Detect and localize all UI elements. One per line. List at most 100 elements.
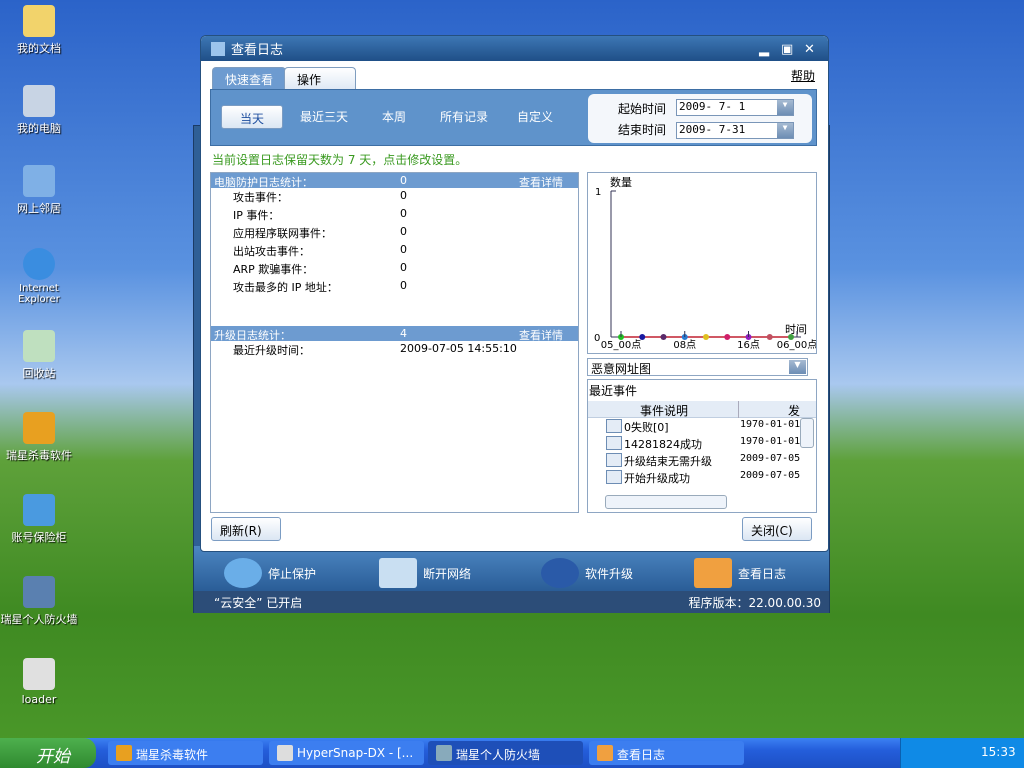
stat-row: IP 事件： 0 bbox=[211, 206, 578, 224]
x-tick-label: 16点 bbox=[737, 339, 760, 351]
lion-icon bbox=[116, 745, 132, 761]
system-tray: 15:33 bbox=[900, 738, 1024, 768]
recent-events-title: 最近事件 bbox=[589, 384, 638, 398]
taskbar: 开始 瑞星杀毒软件 HyperSnap-DX - [... 瑞星个人防火墙 查看… bbox=[0, 738, 1024, 768]
start-button[interactable]: 开始 bbox=[0, 738, 96, 768]
event-desc: 升级结束无需升级 bbox=[624, 455, 712, 468]
shield-icon bbox=[224, 558, 262, 588]
col-time[interactable]: 发 bbox=[788, 402, 800, 419]
all-records-button[interactable]: 所有记录 bbox=[440, 108, 488, 125]
globe-icon bbox=[541, 558, 579, 588]
event-row[interactable]: 0失败[0] 1970-01-01 bbox=[588, 418, 816, 435]
data-point bbox=[660, 334, 667, 340]
col-description[interactable]: 事件说明 bbox=[640, 402, 688, 419]
malicious-url-chart: 数量时间 1 005_00点 08点 16点 06_00点 bbox=[594, 176, 817, 351]
stat-value: 0 bbox=[400, 189, 407, 202]
desktop-icon-rising-av[interactable]: 瑞星杀毒软件 bbox=[0, 412, 78, 463]
close-button[interactable]: ✕ bbox=[804, 42, 815, 57]
stat-row: ARP 欺骗事件： 0 bbox=[211, 260, 578, 278]
quick-filter-panel: 当天 最近三天 本周 所有记录 自定义 起始时间 2009- 7- 1 ▼ 结束时… bbox=[210, 89, 817, 146]
desktop-icon-loader[interactable]: loader bbox=[0, 658, 78, 706]
tab-operations[interactable]: 操作 bbox=[284, 67, 356, 89]
taskbar-item-firewall[interactable]: 瑞星个人防火墙 bbox=[428, 741, 583, 765]
stat-row: 应用程序联网事件： 0 bbox=[211, 224, 578, 242]
retention-notice-link[interactable]: 当前设置日志保留天数为 7 天，点击修改设置。 bbox=[212, 151, 467, 168]
desktop-icon-vault[interactable]: 账号保险柜 bbox=[0, 494, 78, 545]
firewall-icon bbox=[211, 41, 225, 56]
recent-events-panel: 最近事件 事件说明 发 0失败[0] 1970-01-01 14281824成功 19… bbox=[587, 379, 817, 513]
desktop-icon-recycle-bin[interactable]: 回收站 bbox=[0, 330, 78, 381]
stat-label: 攻击最多的 IP 地址： bbox=[233, 281, 338, 294]
chart-type-select[interactable]: 恶意网址图 ▼ bbox=[587, 358, 808, 376]
software-upgrade-button[interactable]: 软件升级 bbox=[541, 558, 633, 588]
y-axis-label: 数量 bbox=[610, 176, 632, 189]
view-log-dialog: 查看日志 ▂ ▣ ✕ 快速查看 操作 帮助 当天 最近三天 本周 所有记录 自定… bbox=[200, 35, 829, 552]
lion-icon bbox=[23, 412, 55, 444]
event-time: 1970-01-01 bbox=[740, 436, 801, 447]
this-week-button[interactable]: 本周 bbox=[382, 108, 406, 125]
stat-row: 出站攻击事件： 0 bbox=[211, 242, 578, 260]
stop-protection-button[interactable]: 停止保护 bbox=[224, 558, 316, 588]
x-tick-label: 08点 bbox=[673, 339, 696, 351]
vertical-scrollbar[interactable] bbox=[800, 418, 814, 448]
start-date-select[interactable]: 2009- 7- 1 ▼ bbox=[676, 99, 794, 116]
event-row[interactable]: 14281824成功 1970-01-01 bbox=[588, 435, 816, 452]
monitor-x-icon bbox=[379, 558, 417, 588]
stat-row: 攻击事件： 0 bbox=[211, 188, 578, 206]
title-bar: 查看日志 ▂ ▣ ✕ bbox=[201, 36, 828, 61]
start-time-label: 起始时间 bbox=[618, 102, 667, 116]
close-dialog-button[interactable]: 关闭(C) bbox=[742, 517, 812, 541]
taskbar-item-av[interactable]: 瑞星杀毒软件 bbox=[108, 741, 263, 765]
end-date-value: 2009- 7-31 bbox=[679, 123, 746, 136]
tab-quick-view[interactable]: 快速查看 bbox=[212, 67, 287, 89]
y-tick-label: 0 bbox=[594, 333, 600, 344]
stat-row: 最近升级时间： 2009-07-05 14:55:10 bbox=[211, 341, 578, 359]
log-icon bbox=[606, 419, 622, 433]
app-action-bar: 停止保护 断开网络 软件升级 查看日志 bbox=[194, 546, 829, 591]
desktop-icon-ie[interactable]: Internet Explorer bbox=[0, 248, 78, 305]
horizontal-scrollbar[interactable] bbox=[605, 495, 727, 509]
stat-value: 2009-07-05 14:55:10 bbox=[400, 342, 517, 355]
dialog-title: 查看日志 bbox=[231, 43, 284, 58]
event-time: 2009-07-05 bbox=[740, 453, 801, 464]
event-row[interactable]: 开始升级成功 2009-07-05 bbox=[588, 469, 816, 486]
taskbar-item-hypersnap[interactable]: HyperSnap-DX - [... bbox=[269, 741, 424, 765]
firewall-icon bbox=[23, 576, 55, 608]
view-log-button[interactable]: 查看日志 bbox=[694, 558, 786, 588]
start-date-value: 2009- 7- 1 bbox=[679, 100, 746, 113]
disconnect-network-button[interactable]: 断开网络 bbox=[379, 558, 471, 588]
taskbar-item-view-log[interactable]: 查看日志 bbox=[589, 741, 744, 765]
help-link[interactable]: 帮助 bbox=[791, 67, 815, 84]
end-time-label: 结束时间 bbox=[618, 123, 667, 137]
stat-value: 0 bbox=[400, 261, 407, 274]
desktop-icon-my-computer[interactable]: 我的电脑 bbox=[0, 85, 78, 136]
event-row[interactable]: 升级结束无需升级 2009-07-05 bbox=[588, 452, 816, 469]
start-label: 开始 bbox=[36, 747, 70, 767]
status-bar: “云安全” 已开启 程序版本：22.00.00.30 bbox=[194, 591, 829, 613]
stat-label: 攻击事件： bbox=[233, 191, 288, 204]
pc-stats-header: 电脑防护日志统计： 0 查看详情 bbox=[211, 173, 578, 189]
chevron-down-icon[interactable]: ▼ bbox=[789, 360, 806, 374]
chevron-down-icon[interactable]: ▼ bbox=[777, 123, 793, 138]
magnifier-icon bbox=[694, 558, 732, 588]
end-date-select[interactable]: 2009- 7-31 ▼ bbox=[676, 122, 794, 139]
stat-label: ARP 欺骗事件： bbox=[233, 263, 314, 276]
vault-icon bbox=[23, 494, 55, 526]
today-button[interactable]: 当天 bbox=[221, 105, 283, 129]
refresh-button[interactable]: 刷新(R) bbox=[211, 517, 281, 541]
chevron-down-icon[interactable]: ▼ bbox=[777, 100, 793, 115]
desktop-icon-my-documents[interactable]: 我的文档 bbox=[0, 5, 78, 56]
stat-label: IP 事件： bbox=[233, 209, 280, 222]
event-time: 1970-01-01 bbox=[740, 419, 801, 430]
minimize-button[interactable]: ▂ bbox=[759, 42, 769, 57]
y-tick-label: 1 bbox=[595, 187, 601, 198]
event-desc: 14281824成功 bbox=[624, 438, 702, 451]
x-tick-label: 05_00点 bbox=[601, 339, 641, 351]
custom-button[interactable]: 自定义 bbox=[517, 108, 553, 125]
desktop-icon-firewall[interactable]: 瑞星个人防火墙 bbox=[0, 576, 78, 627]
stats-panel: 电脑防护日志统计： 0 查看详情 攻击事件： 0 IP 事件： 0 应用程序联网事件： 0 出站… bbox=[210, 172, 579, 513]
desktop-icon-network[interactable]: 网上邻居 bbox=[0, 165, 78, 216]
last-three-days-button[interactable]: 最近三天 bbox=[300, 108, 348, 125]
maximize-button[interactable]: ▣ bbox=[781, 42, 793, 57]
version-label: 程序版本：22.00.00.30 bbox=[688, 595, 821, 610]
